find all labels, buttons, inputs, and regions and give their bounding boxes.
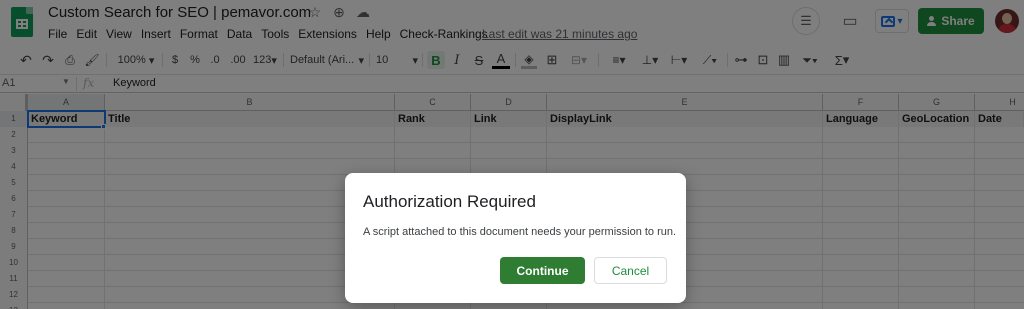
cancel-button[interactable]: Cancel (594, 257, 667, 284)
authorization-dialog: Authorization Required A script attached… (345, 173, 686, 303)
dialog-title: Authorization Required (363, 192, 536, 211)
dialog-message: A script attached to this document needs… (363, 226, 677, 238)
continue-button[interactable]: Continue (500, 257, 585, 284)
